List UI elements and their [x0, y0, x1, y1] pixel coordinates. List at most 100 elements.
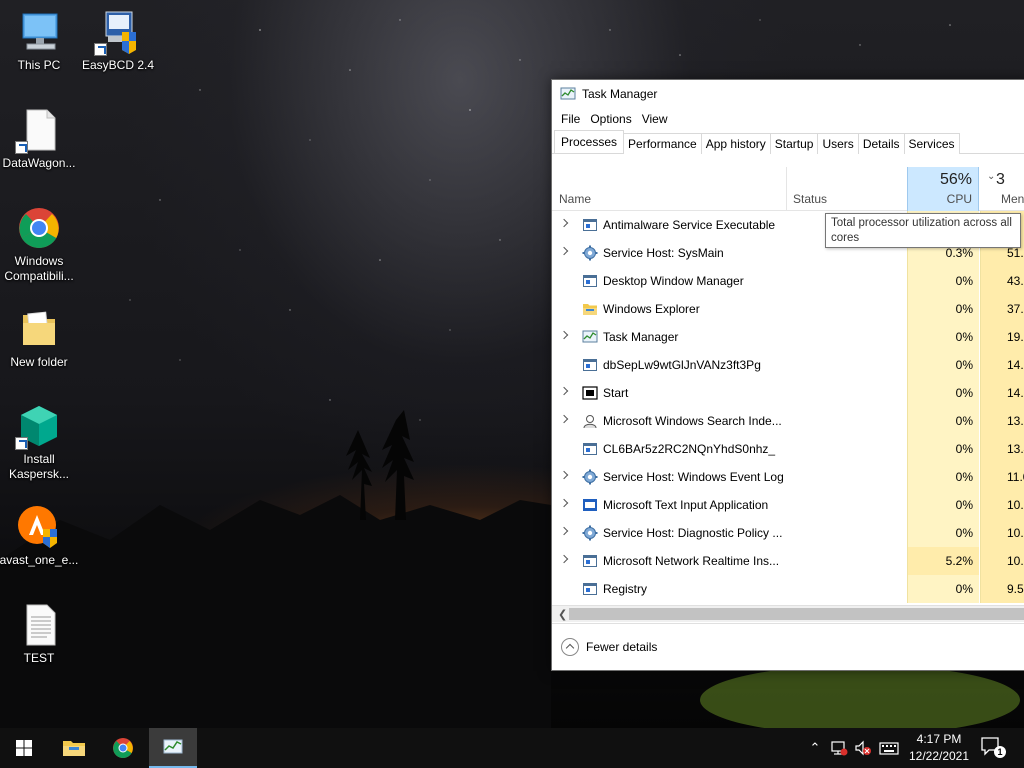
- process-memory-value: 10.1: [1007, 554, 1024, 568]
- process-row[interactable]: dbSepLw9wtGlJnVANz3ft3Pg 0% 14.0: [552, 351, 1024, 379]
- show-hidden-icons-chevron-up-icon[interactable]: ⌃: [806, 728, 824, 768]
- title-bar[interactable]: Task Manager: [552, 80, 1024, 108]
- process-cpu-cell: 0%: [907, 435, 979, 463]
- blank-file-icon: [15, 108, 61, 154]
- process-cpu-cell: 0%: [907, 407, 979, 435]
- process-memory-value: 10.2: [1007, 526, 1024, 540]
- taskbar-chrome[interactable]: [99, 728, 147, 768]
- process-cpu-cell: 0%: [907, 491, 979, 519]
- system-clock[interactable]: 4:17 PM 12/22/2021: [903, 731, 975, 765]
- process-cpu-cell: 0%: [907, 323, 979, 351]
- expand-chevron-right-icon[interactable]: [561, 247, 569, 255]
- process-cpu-value: 0%: [955, 470, 973, 484]
- process-row[interactable]: Microsoft Text Input Application 0% 10.3: [552, 491, 1024, 519]
- process-row[interactable]: Service Host: Windows Event Log 0% 11.0: [552, 463, 1024, 491]
- start-button[interactable]: [0, 728, 48, 768]
- column-header-memory[interactable]: 3 Men: [980, 167, 1024, 211]
- menu-options[interactable]: Options: [585, 112, 636, 126]
- process-cpu-cell: 0%: [907, 379, 979, 407]
- process-row[interactable]: Registry 0% 9.5: [552, 575, 1024, 603]
- desktop-icon-new-folder[interactable]: New folder: [0, 307, 79, 370]
- process-memory-cell: 9.5: [980, 575, 1024, 603]
- tab-users[interactable]: Users: [817, 133, 859, 154]
- expand-chevron-right-icon[interactable]: [561, 527, 569, 535]
- cpu-column-label: CPU: [946, 192, 972, 206]
- process-row[interactable]: CL6BAr5z2RC2NQnYhdS0nhz_ 0% 13.4: [552, 435, 1024, 463]
- scrollbar-thumb[interactable]: [569, 608, 1024, 620]
- desktop-icon-label: Kaspersk...: [8, 467, 70, 481]
- process-memory-cell: 43.9: [980, 267, 1024, 295]
- kaspersky-icon: [15, 404, 61, 450]
- chrome-icon: [113, 738, 133, 758]
- tab-services[interactable]: Services: [903, 133, 960, 154]
- menu-view[interactable]: View: [637, 112, 673, 126]
- task-manager-icon: [560, 87, 576, 100]
- tab-startup[interactable]: Startup: [769, 133, 819, 154]
- scroll-left-icon[interactable]: ❮: [558, 608, 567, 621]
- network-icon[interactable]: [828, 728, 850, 768]
- desktop-icon-windows-compatibility[interactable]: Windows Compatibili...: [0, 206, 79, 284]
- expand-chevron-right-icon[interactable]: [561, 331, 569, 339]
- column-divider[interactable]: [786, 167, 787, 211]
- desktop-icon-this-pc[interactable]: This PC: [0, 10, 79, 73]
- process-cpu-cell: 0%: [907, 463, 979, 491]
- keyboard-icon[interactable]: [877, 728, 901, 768]
- expand-chevron-right-icon[interactable]: [561, 219, 569, 227]
- process-row[interactable]: Start 0% 14.0: [552, 379, 1024, 407]
- taskbar-file-explorer[interactable]: [50, 728, 98, 768]
- cpu-tooltip: Total processor utilization across all c…: [825, 213, 1021, 248]
- expand-chevron-right-icon[interactable]: [561, 555, 569, 563]
- process-memory-value: 13.4: [1007, 442, 1024, 456]
- process-row[interactable]: Microsoft Network Realtime Ins... 5.2% 10.…: [552, 547, 1024, 575]
- action-center-button[interactable]: 1: [980, 736, 1006, 760]
- process-memory-cell: 14.0: [980, 379, 1024, 407]
- desktop-icon-install-kaspersky[interactable]: Install Kaspersk...: [0, 404, 79, 482]
- process-cpu-value: 0%: [955, 358, 973, 372]
- tab-app-history[interactable]: App history: [700, 133, 771, 154]
- process-cpu-cell: 0%: [907, 267, 979, 295]
- fewer-details-link[interactable]: Fewer details: [586, 640, 657, 654]
- expand-chevron-right-icon[interactable]: [561, 471, 569, 479]
- expand-chevron-right-icon[interactable]: [561, 499, 569, 507]
- process-memory-cell: 10.2: [980, 519, 1024, 547]
- process-row[interactable]: Desktop Window Manager 0% 43.9: [552, 267, 1024, 295]
- process-memory-cell: 11.0: [980, 463, 1024, 491]
- process-memory-cell: 10.1: [980, 547, 1024, 575]
- memory-total-percent: 3: [996, 171, 1005, 188]
- process-memory-value: 19.1: [1007, 330, 1024, 344]
- menu-bar: File Options View: [552, 108, 1024, 130]
- process-memory-value: 13.8: [1007, 414, 1024, 428]
- menu-file[interactable]: File: [556, 112, 585, 126]
- process-memory-value: 9.5: [1007, 582, 1024, 596]
- chevron-up-circle-icon[interactable]: [561, 638, 579, 656]
- window-title: Task Manager: [582, 87, 658, 101]
- process-name: CL6BAr5z2RC2NQnYhdS0nhz_: [603, 442, 776, 456]
- desktop-icon-easybcd[interactable]: EasyBCD 2.4: [78, 10, 158, 73]
- desktop-icon-avast[interactable]: avast_one_e...: [0, 505, 79, 568]
- desktop-icon-test[interactable]: TEST: [0, 603, 79, 666]
- process-memory-cell: 37.9: [980, 295, 1024, 323]
- expand-chevron-right-icon[interactable]: [561, 387, 569, 395]
- tab-details[interactable]: Details: [857, 133, 905, 154]
- process-name: Windows Explorer: [603, 302, 700, 316]
- expand-chevron-right-icon[interactable]: [561, 415, 569, 423]
- notification-count-badge: 1: [994, 746, 1006, 758]
- tab-performance[interactable]: Performance: [623, 133, 702, 154]
- column-header-cpu[interactable]: 56% CPU: [907, 167, 979, 211]
- desktop-icon-datawagon[interactable]: DataWagon...: [0, 108, 79, 171]
- process-memory-value: 14.0: [1007, 358, 1024, 372]
- process-row[interactable]: Service Host: Diagnostic Policy ... 0% 10.…: [552, 519, 1024, 547]
- process-row[interactable]: Windows Explorer 0% 37.9: [552, 295, 1024, 323]
- process-row[interactable]: Task Manager 0% 19.1: [552, 323, 1024, 351]
- volume-muted-icon[interactable]: [852, 728, 874, 768]
- chrome-icon: [17, 206, 61, 250]
- task-manager-window[interactable]: Task Manager File Options View Processes…: [551, 79, 1024, 671]
- column-header-name[interactable]: Name: [559, 192, 591, 206]
- easybcd-icon: [94, 10, 140, 56]
- taskbar-task-manager[interactable]: [149, 728, 197, 768]
- column-header-status[interactable]: Status: [793, 192, 827, 206]
- process-row[interactable]: Microsoft Windows Search Inde... 0% 13.8: [552, 407, 1024, 435]
- horizontal-scrollbar[interactable]: ❮: [552, 605, 1024, 622]
- tab-processes[interactable]: Processes: [554, 130, 625, 153]
- process-name: Service Host: Windows Event Log: [603, 470, 784, 484]
